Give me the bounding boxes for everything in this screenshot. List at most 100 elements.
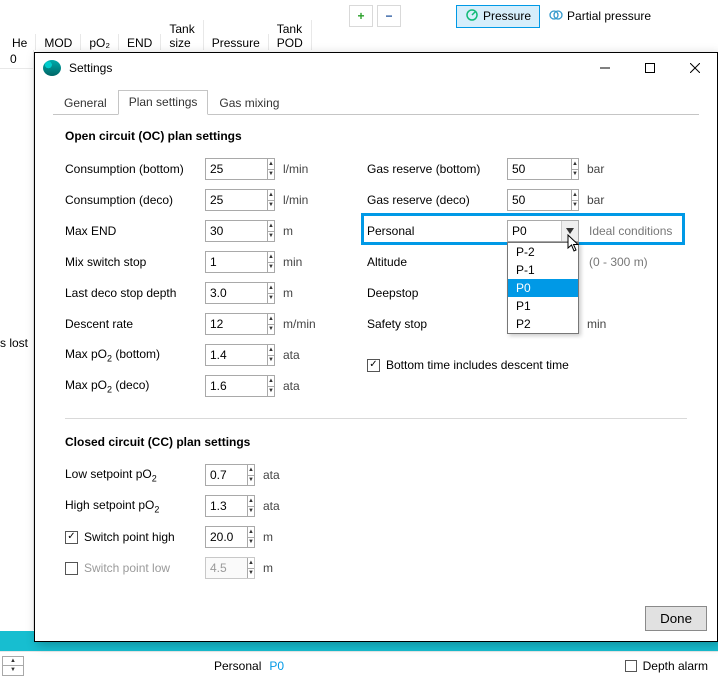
personal-dropdown-list[interactable]: P-2P-1P0P1P2 [507, 242, 579, 334]
maxpo2-bottom-field[interactable]: ▲▼ [205, 344, 275, 366]
personal-option[interactable]: P1 [508, 297, 578, 315]
chevron-up-icon[interactable]: ▲ [268, 314, 274, 324]
switch-point-high-checkbox[interactable]: ✓ [65, 531, 78, 544]
gas-reserve-deco-input[interactable] [508, 190, 571, 210]
chevron-up-icon[interactable]: ▲ [248, 465, 254, 475]
settings-dialog: Settings General Plan settings Gas mixin… [34, 52, 718, 642]
switch-point-high-unit: m [263, 530, 273, 544]
chevron-up-icon[interactable]: ▲ [268, 376, 274, 386]
chevron-up-icon[interactable]: ▲ [572, 159, 578, 169]
maxpo2-deco-field[interactable]: ▲▼ [205, 375, 275, 397]
chevron-up-icon[interactable]: ▲ [3, 657, 23, 666]
chevron-up-icon[interactable]: ▲ [248, 527, 254, 537]
descent-rate-field[interactable]: ▲▼ [205, 313, 275, 335]
chevron-down-icon[interactable]: ▼ [248, 506, 254, 517]
chevron-down-icon[interactable]: ▼ [268, 262, 274, 273]
done-button[interactable]: Done [645, 606, 707, 631]
chevron-down-icon[interactable]: ▼ [268, 293, 274, 304]
chevron-down-icon[interactable]: ▼ [268, 169, 274, 180]
chevron-up-icon[interactable]: ▲ [248, 496, 254, 506]
row-personal: Personal P0 Ideal conditions [367, 217, 687, 245]
switch-point-low-checkbox[interactable] [65, 562, 78, 575]
maximize-button[interactable] [627, 54, 672, 82]
tab-general[interactable]: General [53, 91, 118, 115]
switch-point-high-input[interactable] [206, 527, 247, 547]
low-setpoint-label: Low setpoint pO2 [65, 467, 205, 483]
chevron-down-icon[interactable]: ▼ [248, 475, 254, 486]
personal-option[interactable]: P-2 [508, 243, 578, 261]
consumption-bottom-input[interactable] [206, 159, 267, 179]
close-button[interactable] [672, 54, 717, 82]
cc-section-title: Closed circuit (CC) plan settings [65, 435, 687, 449]
col-mod: MOD [36, 34, 81, 50]
chevron-down-icon[interactable]: ▼ [3, 665, 23, 675]
chevron-down-icon[interactable] [561, 221, 578, 241]
high-setpoint-field[interactable]: ▲▼ [205, 495, 255, 517]
remove-button[interactable]: − [377, 5, 401, 27]
gas-reserve-bottom-field[interactable]: ▲▼ [507, 158, 579, 180]
switch-point-low-field: ▲▼ [205, 557, 255, 579]
mix-switch-unit: min [283, 255, 302, 269]
depth-alarm-checkbox[interactable] [625, 660, 637, 672]
personal-option[interactable]: P-1 [508, 261, 578, 279]
personal-option[interactable]: P0 [508, 279, 578, 297]
maxpo2-deco-input[interactable] [206, 376, 267, 396]
personal-option[interactable]: P2 [508, 315, 578, 333]
chevron-down-icon[interactable]: ▼ [248, 537, 254, 548]
chevron-up-icon[interactable]: ▲ [572, 190, 578, 200]
chevron-up-icon[interactable]: ▲ [268, 190, 274, 200]
row-maxpo2-deco: Max pO2 (deco) ▲▼ ata [65, 372, 355, 400]
mix-switch-label: Mix switch stop [65, 255, 205, 269]
bottom-includes-descent-checkbox[interactable]: ✓ [367, 359, 380, 372]
personal-select[interactable]: P0 [507, 220, 579, 242]
low-setpoint-field[interactable]: ▲▼ [205, 464, 255, 486]
chevron-up-icon[interactable]: ▲ [268, 345, 274, 355]
chevron-up-icon[interactable]: ▲ [268, 159, 274, 169]
chevron-down-icon[interactable]: ▼ [268, 231, 274, 242]
row-mix-switch: Mix switch stop ▲▼ min [65, 248, 355, 276]
last-deco-input[interactable] [206, 283, 267, 303]
chevron-down-icon[interactable]: ▼ [268, 200, 274, 211]
last-deco-field[interactable]: ▲▼ [205, 282, 275, 304]
col-pressure: Pressure [204, 34, 269, 50]
chevron-down-icon[interactable]: ▼ [572, 169, 578, 180]
tab-gas-mixing[interactable]: Gas mixing [208, 91, 290, 115]
maxpo2-bottom-input[interactable] [206, 345, 267, 365]
pressure-toggle[interactable]: Pressure [456, 5, 540, 28]
minimize-icon [600, 63, 610, 73]
chevron-down-icon[interactable]: ▼ [268, 355, 274, 366]
switch-point-high-field[interactable]: ▲▼ [205, 526, 255, 548]
consumption-deco-field[interactable]: ▲▼ [205, 189, 275, 211]
chevron-down-icon[interactable]: ▼ [268, 324, 274, 335]
max-end-unit: m [283, 224, 293, 238]
gas-reserve-deco-field[interactable]: ▲▼ [507, 189, 579, 211]
tabstrip: General Plan settings Gas mixing [53, 89, 699, 115]
title-bar: Settings [35, 53, 717, 83]
low-setpoint-input[interactable] [206, 465, 247, 485]
high-setpoint-input[interactable] [206, 496, 247, 516]
max-end-input[interactable] [206, 221, 267, 241]
consumption-deco-input[interactable] [206, 190, 267, 210]
max-end-field[interactable]: ▲▼ [205, 220, 275, 242]
gas-reserve-bottom-input[interactable] [508, 159, 571, 179]
status-stepper[interactable]: ▲ ▼ [2, 656, 24, 676]
descent-rate-input[interactable] [206, 314, 267, 334]
col-end: END [119, 34, 161, 50]
consumption-bottom-field[interactable]: ▲▼ [205, 158, 275, 180]
altitude-extra: (0 - 300 m) [589, 255, 648, 269]
chevron-up-icon[interactable]: ▲ [268, 221, 274, 231]
chevron-up-icon[interactable]: ▲ [268, 252, 274, 262]
partial-pressure-toggle[interactable]: Partial pressure [540, 5, 660, 28]
dialog-footer: Done [35, 600, 717, 641]
add-button[interactable]: + [349, 5, 373, 27]
mix-switch-input[interactable] [206, 252, 267, 272]
mix-switch-field[interactable]: ▲▼ [205, 251, 275, 273]
chevron-down-icon[interactable]: ▼ [572, 200, 578, 211]
minimize-button[interactable] [582, 54, 627, 82]
chevron-up-icon[interactable]: ▲ [268, 283, 274, 293]
chevron-down-icon[interactable]: ▼ [268, 386, 274, 397]
row-low-setpoint: Low setpoint pO2 ▲▼ ata [65, 461, 355, 489]
cc-column: Low setpoint pO2 ▲▼ ata High setpoint pO… [65, 461, 355, 582]
tab-plan-settings[interactable]: Plan settings [118, 90, 209, 115]
plan-settings-pane: Open circuit (OC) plan settings Consumpt… [35, 115, 717, 600]
